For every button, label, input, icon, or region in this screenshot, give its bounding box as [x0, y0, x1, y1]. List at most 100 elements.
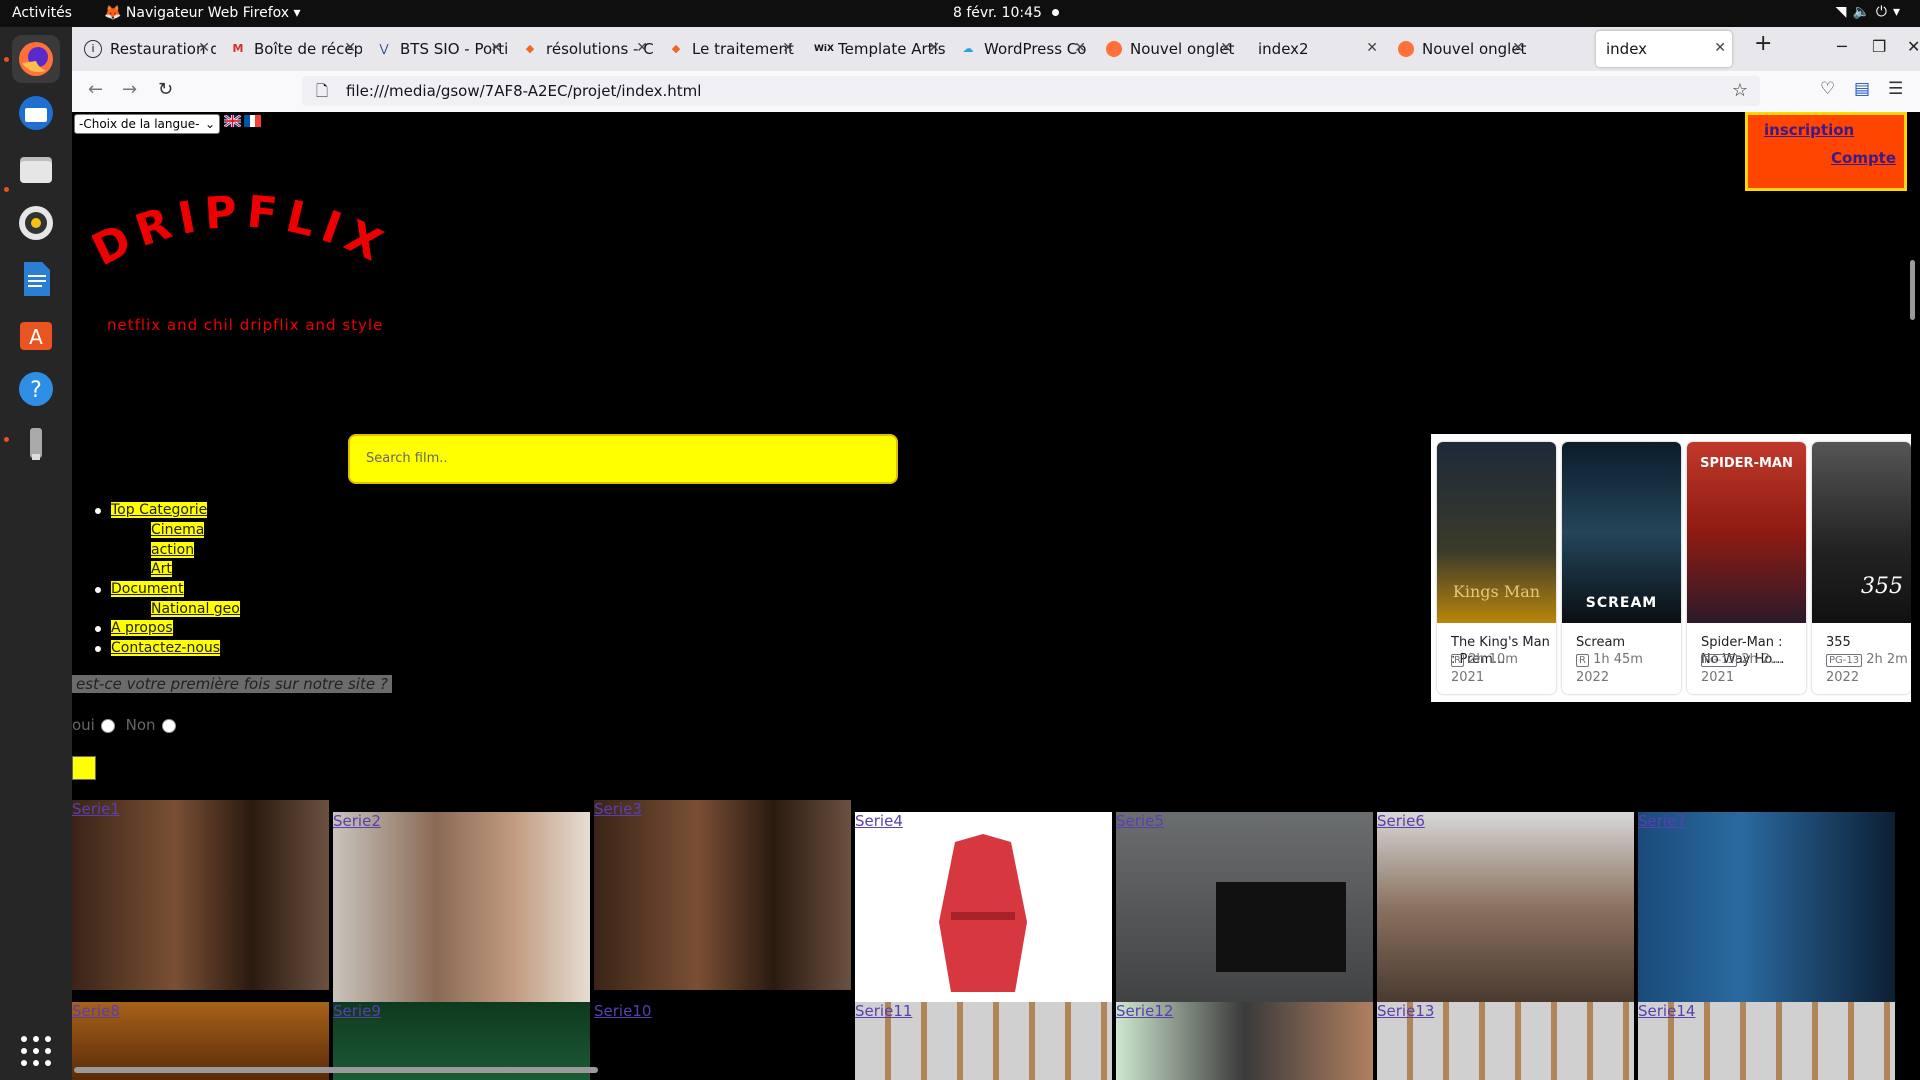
restore-icon[interactable]: ❐: [1872, 37, 1886, 56]
non-radio[interactable]: [161, 718, 176, 733]
menu-contact[interactable]: Contactez-nous: [95, 640, 221, 656]
serie-link[interactable]: Serie12: [1116, 1002, 1173, 1020]
serie-image: [72, 800, 329, 990]
menu-action[interactable]: action: [151, 542, 195, 558]
tab-wordpress[interactable]: ☁ WordPress Co ✕: [952, 31, 1092, 67]
serie-item[interactable]: Serie5: [1116, 812, 1373, 1002]
menu-cinema[interactable]: Cinema: [151, 522, 205, 538]
back-icon[interactable]: ←: [88, 79, 103, 100]
thunderbird-icon[interactable]: [12, 89, 60, 137]
serie-item[interactable]: Serie1: [72, 800, 329, 990]
close-tab-icon[interactable]: ✕: [1714, 40, 1726, 56]
minimize-icon[interactable]: ─: [1837, 37, 1847, 56]
activities-button[interactable]: Activités: [12, 5, 72, 21]
horizontal-scrollbar[interactable]: [74, 1067, 598, 1073]
tab-traitement[interactable]: ◆ Le traitement ✕: [660, 31, 800, 67]
close-tab-icon[interactable]: ✕: [782, 40, 794, 56]
forward-icon[interactable]: →: [122, 79, 137, 100]
serie-item[interactable]: Serie6: [1377, 812, 1634, 1002]
serie-item[interactable]: Serie13: [1377, 1002, 1634, 1080]
tab-restauration[interactable]: i Restauration d ✕: [76, 31, 216, 67]
tab-nouvel-onglet[interactable]: Nouvel onglet ✕: [1098, 31, 1238, 67]
language-select[interactable]: -Choix de la langue- ⌄: [74, 114, 220, 134]
serie-link[interactable]: Serie6: [1377, 812, 1425, 830]
broken-image-icon[interactable]: [72, 756, 96, 780]
menu-icon[interactable]: ☰: [1888, 79, 1903, 99]
close-tab-icon[interactable]: ✕: [928, 40, 940, 56]
close-tab-icon[interactable]: ✕: [1366, 40, 1378, 56]
tab-nouvel-onglet-2[interactable]: Nouvel onglet ✕: [1390, 31, 1530, 67]
menu-national-geo[interactable]: National geo: [151, 601, 240, 617]
tagline: netflix and chil dripflix and style: [107, 316, 384, 334]
search-input[interactable]: Search film..: [348, 434, 898, 484]
movie-card[interactable]: SCREAM Scream R 1h 45m 2022: [1562, 442, 1681, 694]
serie-item[interactable]: Serie7: [1638, 812, 1895, 1002]
movie-card[interactable]: 355 355 PG-13 2h 2m 2022: [1812, 442, 1911, 694]
serie-item[interactable]: Serie14: [1638, 1002, 1895, 1080]
serie-link[interactable]: Serie1: [72, 800, 120, 818]
uk-flag-icon[interactable]: [224, 115, 241, 127]
serie-link[interactable]: Serie4: [855, 812, 903, 830]
close-window-icon[interactable]: ✕: [1907, 37, 1920, 56]
serie-item[interactable]: Serie12: [1116, 1002, 1373, 1080]
tab-resolutions[interactable]: ◆ résolutions - C ✕: [514, 31, 654, 67]
serie-link[interactable]: Serie3: [594, 800, 642, 818]
menu-art[interactable]: Art: [151, 561, 172, 577]
show-apps-icon[interactable]: [12, 1027, 60, 1075]
menu-document[interactable]: Document: [95, 581, 184, 597]
fr-flag-icon[interactable]: [244, 115, 261, 127]
reload-icon[interactable]: ↻: [158, 79, 173, 100]
close-tab-icon[interactable]: ✕: [1074, 40, 1086, 56]
help-icon[interactable]: ?: [12, 365, 60, 413]
serie-item[interactable]: Serie3: [594, 800, 851, 990]
tab-index[interactable]: index ✕: [1596, 31, 1732, 67]
serie-item[interactable]: Serie11: [855, 1002, 1112, 1080]
serie-link[interactable]: Serie8: [72, 1002, 120, 1020]
close-tab-icon[interactable]: ✕: [636, 40, 648, 56]
serie-link[interactable]: Serie5: [1116, 812, 1164, 830]
serie-link[interactable]: Serie9: [333, 1002, 381, 1020]
app-menu[interactable]: 🦊 Navigateur Web Firefox ▾: [104, 5, 301, 21]
close-tab-icon[interactable]: ✕: [490, 40, 502, 56]
close-tab-icon[interactable]: ✕: [198, 40, 210, 56]
poster-title: SPIDER-MAN: [1700, 456, 1793, 471]
bookmark-star-icon[interactable]: ☆: [1732, 80, 1748, 101]
pocket-icon[interactable]: ♡: [1820, 79, 1835, 99]
rhythmbox-icon[interactable]: [12, 199, 60, 247]
firefox-icon[interactable]: [12, 35, 60, 83]
files-icon[interactable]: [12, 145, 60, 193]
compte-link[interactable]: Compte: [1831, 149, 1896, 167]
menu-top-categorie[interactable]: Top Categorie: [95, 502, 208, 518]
writer-icon[interactable]: [12, 255, 60, 303]
reader-icon[interactable]: ▤: [1854, 79, 1870, 99]
serie-link[interactable]: Serie10: [594, 1002, 651, 1020]
account-box: inscription Compte: [1745, 112, 1907, 191]
tab-template[interactable]: WiX Template Artis ✕: [806, 31, 946, 67]
serie-item[interactable]: Serie10: [594, 1002, 851, 1080]
inscription-link[interactable]: inscription: [1764, 121, 1854, 139]
close-tab-icon[interactable]: ✕: [1220, 40, 1232, 56]
close-tab-icon[interactable]: ✕: [344, 40, 356, 56]
serie-link[interactable]: Serie13: [1377, 1002, 1434, 1020]
movie-card[interactable]: Kings Man The King's Man : Prem... R 2h …: [1437, 442, 1556, 694]
menu-a-propos[interactable]: A propos: [95, 620, 173, 636]
serie-link[interactable]: Serie7: [1638, 812, 1686, 830]
url-bar[interactable]: 🗋 file:///media/gsow/7AF8-A2EC/projet/in…: [302, 76, 1760, 106]
oui-radio[interactable]: [100, 718, 115, 733]
serie-item[interactable]: Serie2: [333, 812, 590, 1002]
clock[interactable]: 8 févr. 10:45: [953, 5, 1042, 21]
system-tray[interactable]: ◥🔈⏻▾: [1836, 4, 1906, 20]
tab-index2[interactable]: index2 ✕: [1244, 31, 1384, 67]
serie-item[interactable]: Serie4: [855, 812, 1112, 1002]
new-tab-icon[interactable]: +: [1754, 31, 1772, 56]
tab-gmail[interactable]: M Boîte de récep ✕: [222, 31, 362, 67]
serie-link[interactable]: Serie11: [855, 1002, 912, 1020]
close-tab-icon[interactable]: ✕: [1512, 40, 1524, 56]
serie-link[interactable]: Serie14: [1638, 1002, 1695, 1020]
software-center-icon[interactable]: A: [12, 310, 60, 358]
serie-link[interactable]: Serie2: [333, 812, 381, 830]
tab-bts[interactable]: ⋁ BTS SIO - Porti ✕: [368, 31, 508, 67]
movie-card[interactable]: SPIDER-MAN Spider-Man : No Way Ho... PG-…: [1687, 442, 1806, 694]
vertical-scrollbar[interactable]: [1910, 260, 1915, 320]
usb-drive-icon[interactable]: [12, 420, 60, 468]
